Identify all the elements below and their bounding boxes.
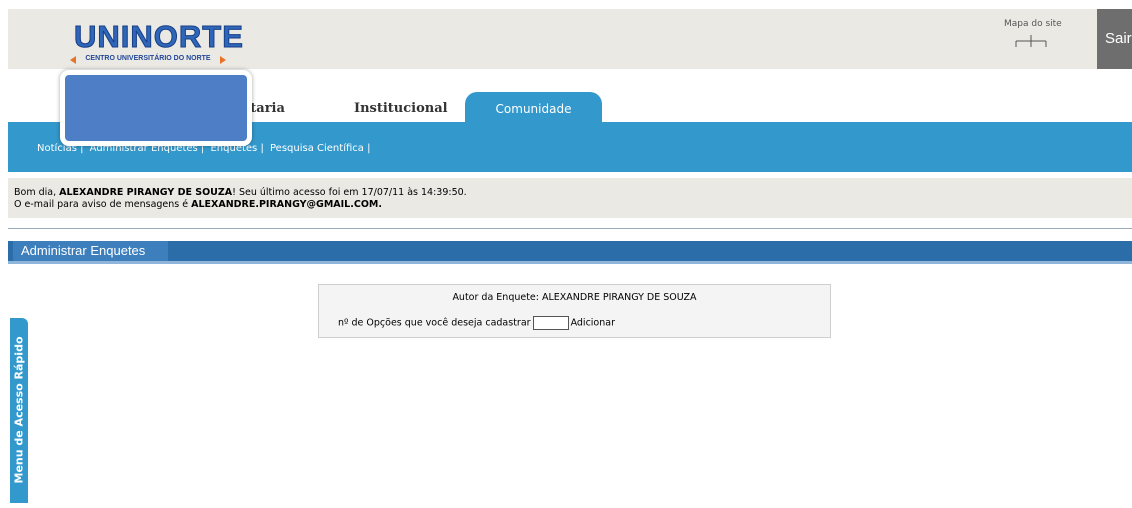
options-label: nº de Opções que você deseja cadastrar	[338, 317, 531, 329]
divider	[8, 228, 1132, 229]
options-row: nº de Opções que você deseja cadastrar Ad…	[338, 316, 615, 330]
sitemap-label: Mapa do site	[1004, 19, 1062, 29]
sitemap-icon	[1015, 35, 1047, 47]
uninorte-logo[interactable]: UNINORTE CENTRO UNIVERSITÁRIO DO NORTE	[70, 19, 243, 66]
logout-button[interactable]: Sair	[1097, 9, 1132, 69]
user-email: ALEXANDRE.PIRANGY@GMAIL.COM.	[191, 199, 382, 210]
last-access-text: ! Seu último acesso foi em 17/07/11 às 1…	[232, 187, 467, 198]
quick-access-menu[interactable]: Menu de Acesso Rápido	[10, 318, 28, 503]
sitemap-link[interactable]: Mapa do site	[1004, 19, 1064, 49]
section-header: Administrar Enquetes	[8, 241, 1132, 264]
welcome-line-1: Bom dia, ALEXANDRE PIRANGY DE SOUZA! Seu…	[14, 187, 467, 198]
user-name: ALEXANDRE PIRANGY DE SOUZA	[59, 187, 233, 198]
welcome-line-2: O e-mail para aviso de mensagens é ALEXA…	[14, 199, 382, 210]
add-button[interactable]: Adicionar	[571, 318, 615, 329]
hover-overlay-box	[60, 70, 252, 146]
tab-institucional[interactable]: Institucional	[354, 92, 448, 122]
poll-author: Autor da Enquete: ALEXANDRE PIRANGY DE S…	[452, 292, 697, 303]
welcome-panel: Bom dia, ALEXANDRE PIRANGY DE SOUZA! Seu…	[8, 178, 1132, 218]
options-count-input[interactable]	[532, 316, 569, 330]
section-title: Administrar Enquetes	[13, 241, 168, 261]
greeting-text: Bom dia,	[14, 187, 57, 198]
page-header: UNINORTE CENTRO UNIVERSITÁRIO DO NORTE	[8, 9, 1132, 69]
tab-comunidade[interactable]: Comunidade	[465, 92, 602, 122]
subnav-item-pesquisa-cientifica[interactable]: Pesquisa Científica |	[270, 143, 370, 154]
logo-wordmark: UNINORTE	[74, 19, 244, 54]
email-prefix-text: O e-mail para aviso de mensagens é	[14, 199, 189, 210]
quick-access-label: Menu de Acesso Rápido	[12, 336, 26, 484]
poll-form: Autor da Enquete: ALEXANDRE PIRANGY DE S…	[318, 284, 831, 338]
logo-subtitle: CENTRO UNIVERSITÁRIO DO NORTE	[70, 54, 226, 64]
